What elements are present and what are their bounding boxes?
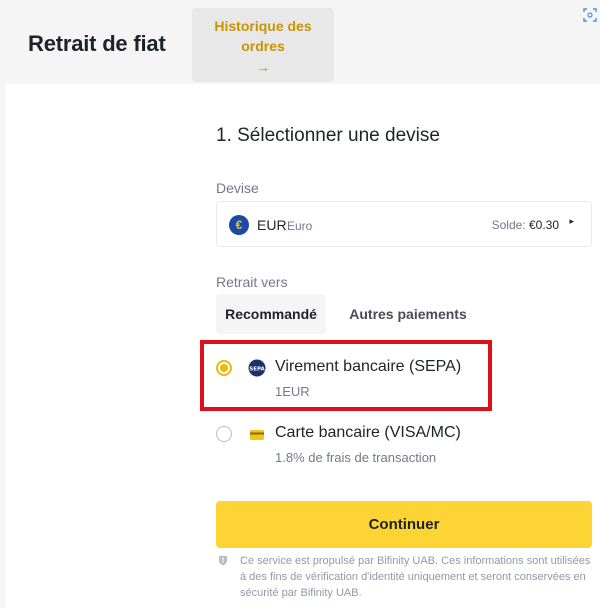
- payment-option-fee: 1.8% de frais de transaction: [275, 450, 437, 465]
- sepa-icon: SEPA: [248, 359, 266, 377]
- euro-icon: €: [229, 215, 249, 235]
- order-history-button[interactable]: Historique des ordres →: [192, 8, 334, 82]
- balance-value: €0.30: [528, 218, 559, 232]
- continue-button[interactable]: Continuer: [216, 501, 592, 548]
- step-title: 1. Sélectionner une devise: [216, 125, 440, 146]
- tab-other-payments[interactable]: Autres paiements: [340, 294, 476, 334]
- disclaimer-text: Ce service est propulsé par Bifinity UAB…: [240, 555, 591, 599]
- payment-option-title: Virement bancaire (SEPA): [275, 358, 462, 375]
- payment-option-title: Carte bancaire (VISA/MC): [275, 424, 461, 441]
- currency-label: Devise: [216, 180, 259, 196]
- payment-option-sepa[interactable]: SEPA Virement bancaire (SEPA) 1EUR: [216, 356, 592, 416]
- order-history-label: Historique des ordres: [214, 18, 312, 54]
- payment-option-fee: 1EUR: [275, 384, 310, 399]
- withdraw-to-label: Retrait vers: [216, 274, 288, 290]
- card-icon: [250, 430, 264, 440]
- caret-right-icon: ▸: [569, 216, 574, 226]
- left-panel: [0, 84, 6, 608]
- currency-name: Euro: [287, 219, 313, 233]
- page-title: Retrait de fiat: [28, 31, 166, 56]
- payment-option-card[interactable]: Carte bancaire (VISA/MC) 1.8% de frais d…: [216, 422, 592, 482]
- scan-icon[interactable]: [583, 8, 597, 22]
- currency-code: EUR: [257, 217, 287, 233]
- balance-label: Solde:: [491, 218, 526, 232]
- currency-select[interactable]: € EUR Euro Solde: €0.30 ▸: [216, 201, 592, 247]
- arrow-right-icon: →: [256, 59, 270, 75]
- balance: Solde: €0.30: [492, 218, 559, 232]
- radio-unselected[interactable]: [216, 426, 232, 442]
- radio-selected[interactable]: [216, 360, 232, 376]
- shield-icon: [219, 556, 227, 566]
- svg-text:SEPA: SEPA: [249, 367, 265, 373]
- tab-recommended[interactable]: Recommandé: [216, 294, 326, 334]
